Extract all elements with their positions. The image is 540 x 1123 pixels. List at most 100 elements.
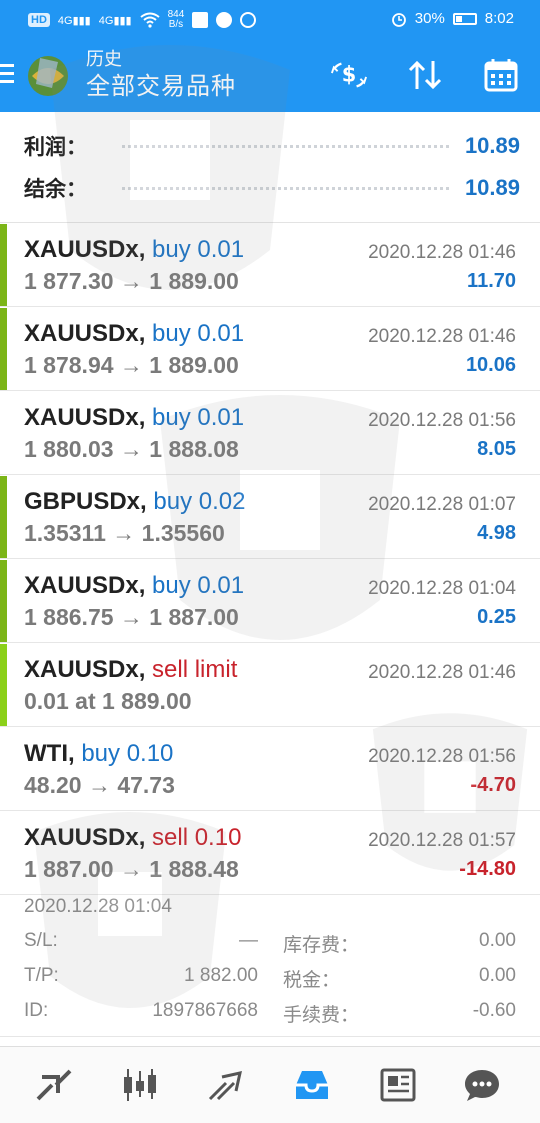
app-logo-icon [28,56,68,96]
tax-label: 税金： [283,970,341,991]
trade-symbol: XAUUSDx, [24,656,146,683]
summary-panel: 利润： 10.89 结余： 10.89 [0,114,540,222]
trade-side: buy 0.10 [81,740,174,767]
trade-time: 2020.12.28 01:46 [368,242,516,263]
trade-prices: 0.01 at 1 889.00 [24,688,192,714]
trade-status-bar [0,224,7,306]
trade-prices: 1 877.30 → 1 889.00 [24,268,239,294]
trade-symbol: GBPUSDx, [24,488,147,515]
trade-profit: -4.70 [470,774,516,796]
trade-status-bar [0,560,7,642]
clock: 8:02 [484,10,514,27]
balance-label: 结余： [24,178,87,201]
swap-label: 库存费： [283,935,360,956]
app-notification-icon [192,12,209,28]
network-speed: 844 B/s [167,9,185,30]
commission-value: -0.60 [472,1000,516,1021]
sl-label: S/L: [24,930,58,951]
trade-row[interactable]: XAUUSDx, sell 0.10 1 887.00 → 1 888.48 202… [0,812,540,895]
trade-status-bar [0,476,7,558]
profit-row: 利润： 10.89 [24,126,520,166]
tp-label: T/P: [24,965,59,986]
signal-icon: 4G▮▮▮ [57,14,91,27]
sort-arrows-icon[interactable] [406,56,444,94]
trade-time: 2020.12.28 01:46 [368,326,516,347]
trade-row[interactable]: XAUUSDx, buy 0.01 1 880.03 → 1 888.08 2020… [0,392,540,475]
trade-row[interactable]: XAUUSDx, buy 0.01 1 878.94 → 1 889.00 2020… [0,308,540,391]
trade-title: XAUUSDx, sell 0.10 [24,824,241,852]
trade-side: buy 0.01 [152,572,245,599]
calendar-icon[interactable] [482,56,520,94]
page-title: 历史 [86,49,122,69]
battery-icon [452,12,477,25]
menu-icon[interactable] [0,64,16,84]
trade-profit: 10.06 [465,354,516,376]
signal-icon: 4G▮▮▮ [98,14,132,27]
trade-row[interactable]: GBPUSDx, buy 0.02 1.35311 → 1.35560 2020.1… [0,476,540,559]
exchange-dollar-icon[interactable]: $ [330,56,368,94]
trade-row[interactable]: XAUUSDx, sell limit 0.01 at 1 889.00 2020.… [0,644,540,727]
trade-prices: 1 880.03 → 1 888.08 [24,436,239,462]
profit-value: 10.89 [464,133,520,158]
swap-value: 0.00 [479,930,516,951]
trade-title: XAUUSDx, buy 0.01 [24,236,244,264]
trade-symbol: XAUUSDx, [24,404,146,431]
trade-detail: 2020.12.28 01:04 S/L: — 库存费： 0.00 T/P: 1… [0,894,540,1037]
trade-row[interactable]: XAUUSDx, buy 0.01 1 877.30 → 1 889.00 2020… [0,224,540,307]
trade-status-bar [0,392,7,474]
open-time: 2020.12.28 01:04 [24,896,172,917]
balance-value: 10.89 [464,175,520,200]
trade-profit: 0.25 [477,606,516,628]
trade-row[interactable]: XAUUSDx, buy 0.01 1 886.75 → 1 887.00 2020… [0,560,540,643]
chat-icon[interactable] [462,1065,502,1105]
header-actions: $ [330,56,520,94]
trade-time: 2020.12.28 01:46 [368,662,516,683]
news-icon[interactable] [378,1065,418,1105]
shield-notification-icon [240,12,257,28]
status-bar: HD 4G▮▮▮ 4G▮▮▮ 844 B/s 30% 8:02 [0,0,540,40]
trade-title: XAUUSDx, sell limit [24,656,237,684]
trade-symbol: XAUUSDx, [24,572,146,599]
trade-time: 2020.12.28 01:57 [368,830,516,851]
history-icon[interactable] [292,1065,332,1105]
tp-value: 1 882.00 [184,965,258,986]
trade-symbol: XAUUSDx, [24,236,146,263]
dotted-leader [122,144,449,148]
trade-icon[interactable] [206,1065,246,1105]
sl-value: — [239,930,258,951]
battery-percent: 30% [414,10,445,27]
trade-time: 2020.12.28 01:56 [368,746,516,767]
trade-title: XAUUSDx, buy 0.01 [24,572,244,600]
trade-symbol: XAUUSDx, [24,320,146,347]
bottom-navigation [0,1046,540,1123]
trade-profit: -14.80 [459,858,516,880]
wifi-icon [139,12,160,28]
trade-row[interactable]: WTI, buy 0.10 48.20 → 47.73 2020.12.28 01:… [0,728,540,811]
trade-side: buy 0.01 [152,320,245,347]
profit-label: 利润： [24,136,87,159]
trade-side: sell 0.10 [152,824,242,851]
trade-title: XAUUSDx, buy 0.01 [24,404,244,432]
quotes-icon[interactable] [34,1065,74,1105]
trade-title: GBPUSDx, buy 0.02 [24,488,245,516]
app-header: HD 4G▮▮▮ 4G▮▮▮ 844 B/s 30% 8:02 历史 全部交易品种… [0,0,540,112]
balance-row: 结余： 10.89 [24,168,520,208]
trade-symbol: WTI, [24,740,75,767]
trade-prices: 1.35311 → 1.35560 [24,520,225,546]
trade-profit: 4.98 [477,522,516,544]
trade-status-bar [0,812,7,894]
commission-label: 手续费： [283,1005,360,1026]
symbol-filter-title[interactable]: 全部交易品种 [86,70,236,104]
trade-side: sell limit [152,656,238,683]
id-label: ID: [24,1000,49,1021]
dotted-leader [122,186,449,190]
trade-prices: 48.20 → 47.73 [24,772,175,798]
trade-prices: 1 878.94 → 1 889.00 [24,352,239,378]
trade-side: buy 0.02 [153,488,246,515]
chart-icon[interactable] [120,1065,160,1105]
title-block: 历史 全部交易品种 [86,48,236,104]
trade-prices: 1 887.00 → 1 888.48 [24,856,239,882]
hd-indicator: HD [28,13,50,27]
trade-status-bar [0,728,7,810]
trade-profit: 11.70 [467,270,516,292]
